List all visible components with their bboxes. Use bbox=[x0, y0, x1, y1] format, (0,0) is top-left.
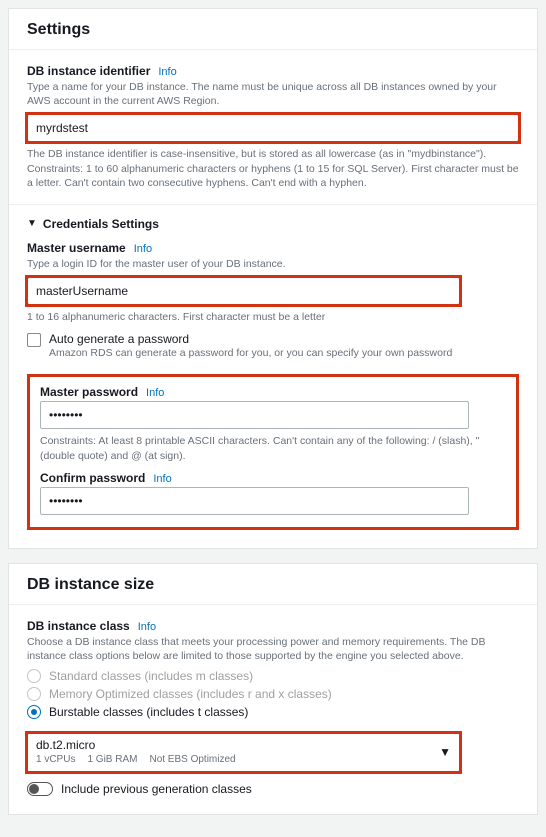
master-username-desc: Type a login ID for the master user of y… bbox=[27, 257, 519, 271]
settings-title: Settings bbox=[27, 21, 519, 39]
master-username-label: Master username bbox=[27, 241, 126, 255]
auto-generate-desc: Amazon RDS can generate a password for y… bbox=[49, 346, 452, 360]
caret-down-icon: ▼ bbox=[27, 218, 37, 229]
db-identifier-constraint: The DB instance identifier is case-insen… bbox=[27, 147, 519, 190]
radio-label: Memory Optimized classes (includes r and… bbox=[49, 687, 332, 701]
db-identifier-desc: Type a name for your DB instance. The na… bbox=[27, 80, 519, 108]
master-password-constraint: Constraints: At least 8 printable ASCII … bbox=[40, 434, 506, 462]
settings-card: Settings DB instance identifier Info Typ… bbox=[8, 8, 538, 549]
radio-standard-classes[interactable]: Standard classes (includes m classes) bbox=[27, 669, 519, 683]
db-identifier-input[interactable] bbox=[27, 114, 519, 142]
radio-burstable-classes[interactable]: Burstable classes (includes t classes) bbox=[27, 705, 519, 719]
radio-memory-optimized-classes[interactable]: Memory Optimized classes (includes r and… bbox=[27, 687, 519, 701]
confirm-password-label: Confirm password bbox=[40, 471, 145, 485]
include-prev-label: Include previous generation classes bbox=[61, 782, 252, 796]
credentials-section-label: Credentials Settings bbox=[43, 217, 159, 231]
db-class-field: DB instance class Info Choose a DB insta… bbox=[27, 619, 519, 719]
db-class-ram: 1 GiB RAM bbox=[87, 754, 137, 765]
checkbox-icon bbox=[27, 333, 41, 347]
info-link[interactable]: Info bbox=[146, 387, 164, 399]
password-section: Master password Info Constraints: At lea… bbox=[27, 374, 519, 529]
info-link[interactable]: Info bbox=[153, 473, 171, 485]
db-class-label: DB instance class bbox=[27, 619, 130, 633]
master-password-label: Master password bbox=[40, 385, 138, 399]
confirm-password-input[interactable] bbox=[40, 487, 469, 515]
include-prev-toggle[interactable]: Include previous generation classes bbox=[27, 782, 519, 796]
info-link[interactable]: Info bbox=[134, 243, 152, 255]
db-class-ebs: Not EBS Optimized bbox=[149, 754, 235, 765]
radio-icon bbox=[27, 705, 41, 719]
radio-label: Standard classes (includes m classes) bbox=[49, 669, 253, 683]
db-class-select[interactable]: db.t2.micro 1 vCPUs 1 GiB RAM Not EBS Op… bbox=[27, 733, 460, 772]
radio-icon bbox=[27, 687, 41, 701]
master-username-input[interactable] bbox=[27, 277, 460, 305]
auto-generate-checkbox[interactable]: Auto generate a password Amazon RDS can … bbox=[27, 332, 519, 360]
instance-size-card: DB instance size DB instance class Info … bbox=[8, 563, 538, 815]
db-identifier-field: DB instance identifier Info Type a name … bbox=[27, 64, 519, 190]
instance-size-title: DB instance size bbox=[27, 576, 519, 594]
toggle-icon bbox=[27, 782, 53, 796]
instance-size-header: DB instance size bbox=[9, 564, 537, 605]
chevron-down-icon: ▼ bbox=[439, 745, 451, 759]
master-username-field: Master username Info Type a login ID for… bbox=[27, 241, 519, 361]
info-link[interactable]: Info bbox=[138, 621, 156, 633]
db-identifier-label: DB instance identifier bbox=[27, 64, 150, 78]
radio-label: Burstable classes (includes t classes) bbox=[49, 705, 248, 719]
info-link[interactable]: Info bbox=[158, 66, 176, 78]
settings-header: Settings bbox=[9, 9, 537, 50]
radio-icon bbox=[27, 669, 41, 683]
master-password-input[interactable] bbox=[40, 401, 469, 429]
credentials-toggle[interactable]: ▼ Credentials Settings bbox=[27, 217, 519, 231]
db-class-select-value: db.t2.micro bbox=[36, 738, 236, 752]
divider bbox=[9, 204, 537, 205]
db-class-vcpus: 1 vCPUs bbox=[36, 754, 75, 765]
auto-generate-label: Auto generate a password bbox=[49, 332, 452, 346]
master-username-constraint: 1 to 16 alphanumeric characters. First c… bbox=[27, 310, 519, 324]
